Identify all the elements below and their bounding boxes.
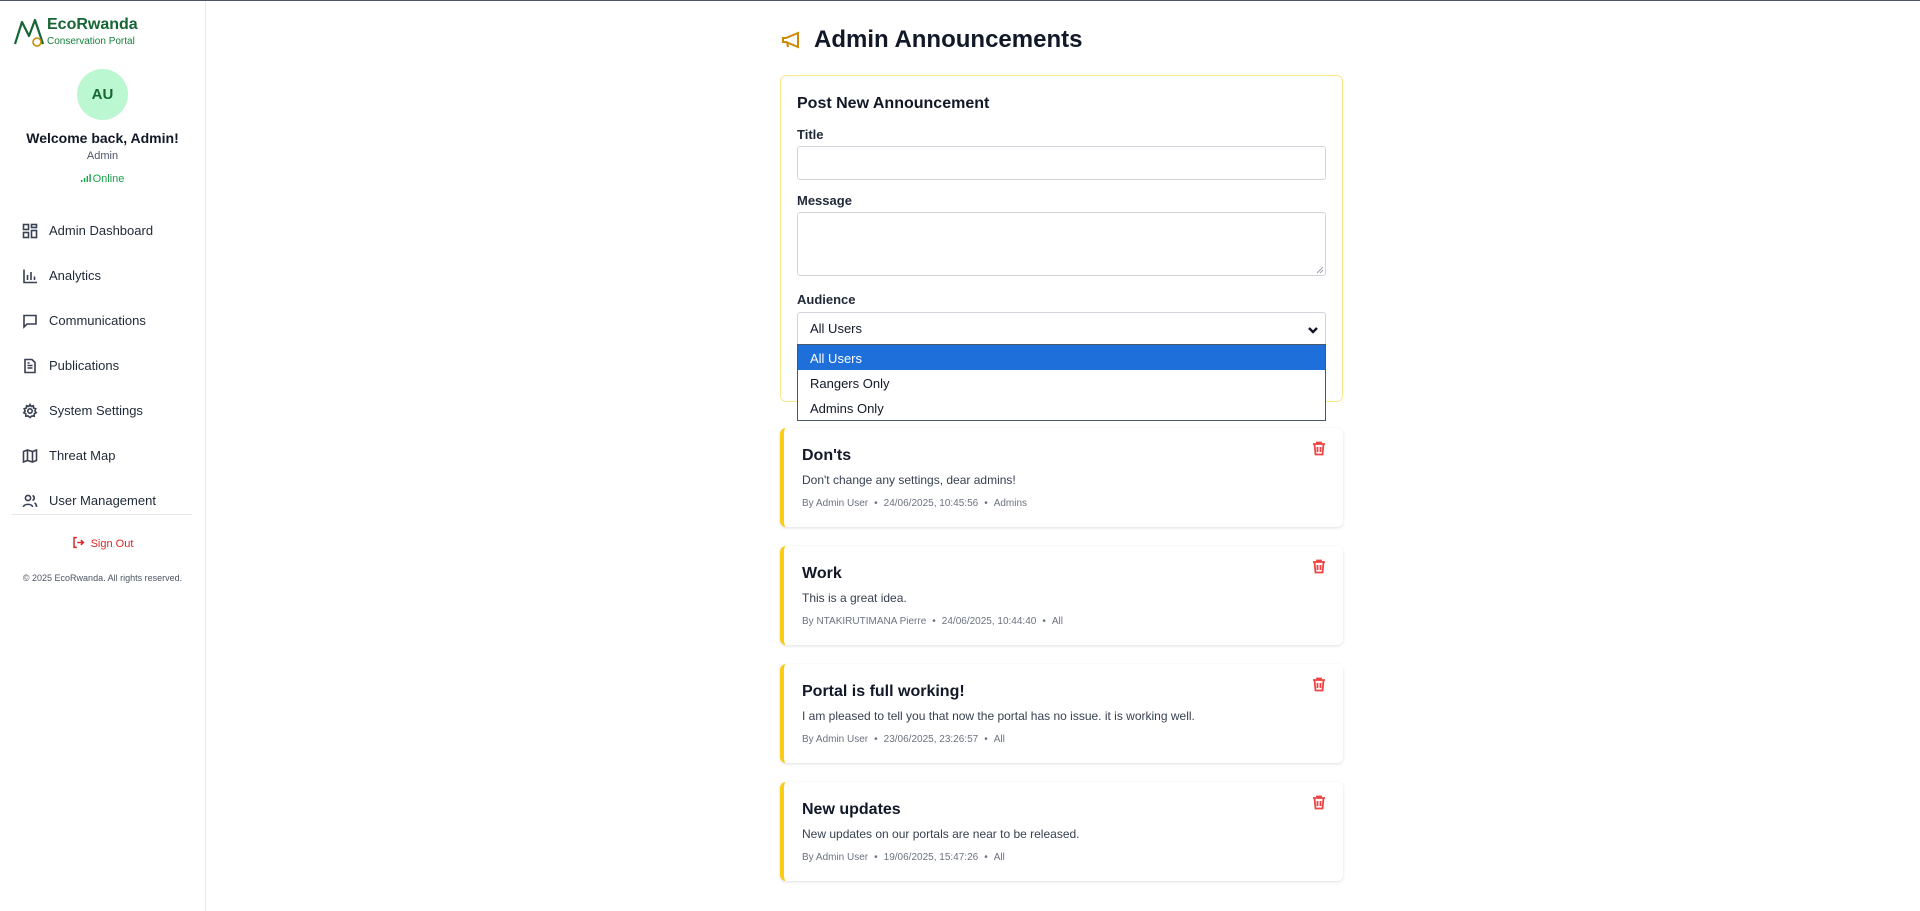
- map-icon: [22, 448, 38, 463]
- audience-option-all-users[interactable]: All Users: [798, 345, 1325, 370]
- announcement-meta: By Admin User • 23/06/2025, 23:26:57 • All: [802, 734, 1005, 745]
- sidebar-item-analytics[interactable]: Analytics: [12, 253, 192, 298]
- audience-select[interactable]: All Users: [797, 312, 1326, 345]
- announcement-meta: By Admin User • 24/06/2025, 10:45:56 • Admin…: [802, 498, 1028, 509]
- message-textarea[interactable]: [797, 212, 1326, 276]
- textarea-resize-handle[interactable]: [1314, 264, 1324, 274]
- copyright-text: © 2025 EcoRwanda. All rights reserved.: [22, 573, 183, 583]
- logout-icon: [72, 536, 85, 549]
- announcement-audience: All: [993, 734, 1005, 745]
- megaphone-icon: [782, 31, 799, 49]
- sidebar-item-label: Publications: [49, 358, 120, 373]
- audience-selected-value: All Users: [810, 321, 863, 336]
- sign-out-label: Sign Out: [90, 538, 134, 550]
- sidebar-item-label: Admin Dashboard: [49, 223, 154, 238]
- trash-icon[interactable]: [1311, 558, 1327, 574]
- online-status: Online: [0, 173, 205, 185]
- announcement-audience: All: [1051, 616, 1063, 627]
- sidebar-item-threat-map[interactable]: Threat Map: [12, 433, 192, 478]
- audience-dropdown-list: All Users Rangers Only Admins Only: [797, 344, 1326, 421]
- welcome-text: Welcome back, Admin!: [26, 130, 179, 146]
- dashboard-icon: [22, 223, 38, 238]
- brand-name: EcoRwanda: [47, 16, 138, 33]
- announcement-card: Portal is full working! I am pleased to …: [780, 664, 1343, 763]
- audience-option-admins-only[interactable]: Admins Only: [798, 395, 1325, 420]
- page-title: Admin Announcements: [814, 26, 1083, 53]
- window-top-border: [0, 0, 1920, 1]
- audience-label: Audience: [797, 292, 856, 307]
- sidebar-item-label: Communications: [49, 313, 146, 328]
- signal-icon: [80, 174, 91, 182]
- sidebar-item-publications[interactable]: Publications: [12, 343, 192, 388]
- announcement-message: This is a great idea.: [802, 591, 907, 605]
- audience-option-rangers-only[interactable]: Rangers Only: [798, 370, 1325, 395]
- trash-icon[interactable]: [1311, 440, 1327, 456]
- sign-out-button[interactable]: Sign Out: [0, 536, 205, 550]
- page-header: Admin Announcements: [780, 26, 1082, 54]
- announcement-date: 24/06/2025, 10:44:40: [941, 616, 1037, 627]
- brand-subtitle: Conservation Portal: [47, 36, 135, 47]
- announcement-message: I am pleased to tell you that now the po…: [802, 709, 1195, 723]
- announcement-author: By Admin User: [802, 734, 869, 745]
- sidebar-item-label: Threat Map: [49, 448, 116, 463]
- announcement-message: Don't change any settings, dear admins!: [802, 473, 1016, 487]
- status-label: Online: [92, 173, 125, 185]
- sidebar-nav: Admin Dashboard Analytics Communications…: [12, 208, 192, 523]
- user-role: Admin: [86, 150, 119, 162]
- sidebar-item-label: System Settings: [49, 403, 143, 418]
- sidebar: EcoRwanda Conservation Portal AU Welcome…: [0, 1, 206, 911]
- title-label: Title: [797, 127, 824, 142]
- announcement-date: 19/06/2025, 15:47:26: [883, 852, 979, 863]
- announcement-card: New updates New updates on our portals a…: [780, 782, 1343, 881]
- gear-icon: [22, 402, 38, 419]
- message-label: Message: [797, 193, 852, 208]
- announcement-date: 24/06/2025, 10:45:56: [883, 498, 979, 509]
- announcement-date: 23/06/2025, 23:26:57: [883, 734, 979, 745]
- trash-icon[interactable]: [1311, 676, 1327, 692]
- announcement-title: Work: [802, 565, 842, 582]
- chevron-down-icon: [1308, 327, 1318, 334]
- document-icon: [24, 358, 36, 373]
- sidebar-item-admin-dashboard[interactable]: Admin Dashboard: [12, 208, 192, 253]
- announcement-title: Don'ts: [802, 447, 852, 464]
- sidebar-item-label: Analytics: [49, 268, 102, 283]
- announcement-message: New updates on our portals are near to b…: [802, 827, 1080, 841]
- sidebar-item-label: User Management: [49, 493, 156, 508]
- announcement-meta: By NTAKIRUTIMANA Pierre • 24/06/2025, 10:4…: [802, 616, 1063, 627]
- sidebar-item-system-settings[interactable]: System Settings: [12, 388, 192, 433]
- announcement-card: Don'ts Don't change any settings, dear a…: [780, 428, 1343, 527]
- announcement-card: Work This is a great idea. By NTAKIRUTIM…: [780, 546, 1343, 645]
- announcement-author: By Admin User: [802, 498, 869, 509]
- bar-chart-icon: [23, 269, 37, 283]
- announcement-audience: All: [993, 852, 1005, 863]
- announcement-title: Portal is full working!: [802, 683, 965, 700]
- announcement-author: By NTAKIRUTIMANA Pierre: [802, 616, 927, 627]
- announcement-title: New updates: [802, 801, 901, 818]
- message-icon: [23, 314, 37, 329]
- trash-icon[interactable]: [1311, 794, 1327, 810]
- title-input[interactable]: [797, 146, 1326, 180]
- announcement-author: By Admin User: [802, 852, 869, 863]
- sidebar-item-user-management[interactable]: User Management: [12, 478, 192, 523]
- brand-logo[interactable]: EcoRwanda Conservation Portal: [13, 16, 138, 49]
- form-heading: Post New Announcement: [797, 95, 990, 112]
- users-icon: [22, 494, 38, 507]
- announcement-audience: Admins: [993, 498, 1028, 509]
- avatar[interactable]: AU: [77, 69, 128, 120]
- announcement-meta: By Admin User • 19/06/2025, 15:47:26 • All: [802, 852, 1005, 863]
- mountain-logo-icon: [13, 18, 45, 47]
- sidebar-divider: [12, 514, 192, 515]
- sidebar-item-communications[interactable]: Communications: [12, 298, 192, 343]
